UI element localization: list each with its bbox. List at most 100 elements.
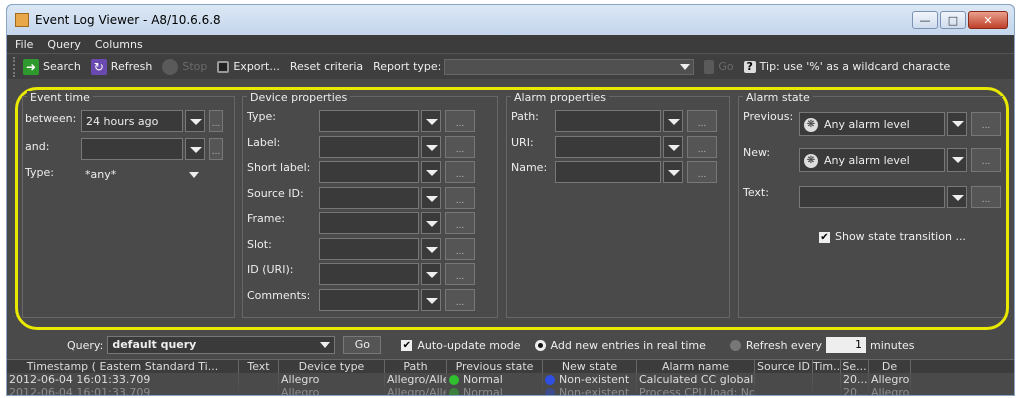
- report-type-select[interactable]: [444, 58, 695, 75]
- device-type-dropdown[interactable]: [421, 110, 441, 132]
- reset-criteria-button[interactable]: Reset criteria: [290, 60, 363, 73]
- show-transition-checkbox[interactable]: ✔ Show state transition ...: [819, 230, 966, 243]
- alarm-uri-dropdown[interactable]: [663, 135, 683, 158]
- menu-query[interactable]: Query: [47, 38, 80, 51]
- new-ellipsis-button[interactable]: ...: [971, 148, 1001, 172]
- column-header[interactable]: Se...: [841, 360, 869, 373]
- help-icon: ?: [743, 60, 756, 73]
- alarm-state-title: Alarm state: [743, 91, 813, 104]
- table-row[interactable]: 2012-06-04 16:01:33.709 Allegro Allegro/Al…: [7, 373, 1014, 386]
- text-ellipsis-button[interactable]: ...: [971, 186, 1001, 208]
- device-source-id-field[interactable]: [319, 186, 419, 209]
- device-frame-field[interactable]: [319, 212, 419, 234]
- table-cell: Allegro://1: [871, 373, 911, 386]
- previous-dropdown[interactable]: [947, 112, 967, 136]
- column-header[interactable]: Path: [385, 360, 447, 373]
- device-short-label-ellipsis-button[interactable]: ...: [445, 161, 475, 183]
- device-label-ellipsis-button[interactable]: ...: [445, 135, 475, 158]
- close-button[interactable]: ✕: [968, 11, 1008, 29]
- stop-button[interactable]: Stop: [162, 58, 207, 75]
- minimize-button[interactable]: —: [912, 11, 938, 29]
- alarm-name-label: Name:: [511, 161, 548, 174]
- new-level-select[interactable]: ❋ Any alarm level: [799, 148, 945, 172]
- table-row[interactable]: 2012-06-04 16:01:33.709 Allegro Allegro/Al…: [7, 386, 1014, 395]
- menu-file[interactable]: File: [15, 38, 33, 51]
- device-source-id-ellipsis-button[interactable]: ...: [445, 186, 475, 209]
- alarm-name-dropdown[interactable]: [663, 161, 683, 183]
- column-header[interactable]: Timestamp ( Eastern Standard Ti...: [7, 360, 239, 373]
- device-slot-ellipsis-button[interactable]: ...: [445, 237, 475, 260]
- alarm-name-ellipsis-button[interactable]: ...: [687, 161, 717, 183]
- text-dropdown[interactable]: [947, 186, 967, 208]
- device-label-dropdown[interactable]: [421, 135, 441, 158]
- device-short-label-field[interactable]: [319, 161, 419, 183]
- auto-update-checkbox[interactable]: ✔ Auto-update mode: [401, 339, 521, 352]
- and-ellipsis-button[interactable]: ...: [209, 138, 223, 160]
- alarm-path-field[interactable]: [555, 110, 661, 132]
- query-go-button[interactable]: Go: [343, 336, 382, 354]
- device-comments-ellipsis-button[interactable]: ...: [445, 288, 475, 311]
- report-icon: [704, 59, 715, 74]
- alarm-uri-label: URI:: [511, 135, 534, 149]
- column-header[interactable]: Alarm name: [637, 360, 755, 373]
- device-type-ellipsis-button[interactable]: ...: [445, 110, 475, 132]
- and-dropdown[interactable]: [185, 138, 205, 160]
- refresh-interval-spinner[interactable]: 1: [826, 337, 867, 353]
- table-cell: 20...: [841, 386, 869, 395]
- alarm-uri-ellipsis-button[interactable]: ...: [687, 135, 717, 158]
- column-header[interactable]: Text: [239, 360, 279, 373]
- alarm-uri-field[interactable]: [555, 135, 661, 158]
- add-new-radio[interactable]: Add new entries in real time: [534, 339, 706, 352]
- report-go-button[interactable]: Go: [704, 59, 734, 74]
- table-cell: 2012-06-04 16:01:33.709: [7, 386, 239, 395]
- device-short-label-dropdown[interactable]: [421, 161, 441, 183]
- refresh-every-radio[interactable]: Refresh every: [729, 339, 822, 352]
- alarm-path-ellipsis-button[interactable]: ...: [687, 110, 717, 132]
- column-header[interactable]: Tim...: [813, 360, 841, 373]
- alarm-properties-title: Alarm properties: [511, 91, 609, 104]
- column-header[interactable]: Previous state: [447, 360, 543, 373]
- device-slot-field[interactable]: [319, 237, 419, 260]
- between-ellipsis-button[interactable]: ...: [209, 110, 223, 132]
- and-field[interactable]: [81, 138, 183, 160]
- type-select[interactable]: *any*: [81, 164, 203, 186]
- between-dropdown[interactable]: [185, 110, 205, 132]
- column-header[interactable]: Source ID: [755, 360, 813, 373]
- device-id-uri-ellipsis-button[interactable]: ...: [445, 263, 475, 285]
- refresh-button[interactable]: ↻ Refresh: [90, 58, 153, 75]
- device-id-uri-label: ID (URI):: [247, 263, 294, 276]
- menu-columns[interactable]: Columns: [95, 38, 143, 51]
- column-header[interactable]: New state: [543, 360, 637, 373]
- column-header[interactable]: Device type: [279, 360, 385, 373]
- device-frame-ellipsis-button[interactable]: ...: [445, 212, 475, 234]
- previous-level-select[interactable]: ❋ Any alarm level: [799, 112, 945, 136]
- export-button[interactable]: Export...: [217, 60, 280, 73]
- tip: ? Tip: use '%' as a wildcard characte: [743, 60, 950, 73]
- alarm-name-field[interactable]: [555, 161, 661, 183]
- new-dropdown[interactable]: [947, 148, 967, 172]
- column-header[interactable]: De: [869, 360, 911, 373]
- device-frame-dropdown[interactable]: [421, 212, 441, 234]
- search-button[interactable]: ➜ Search: [23, 58, 81, 75]
- maximize-button[interactable]: □: [940, 11, 966, 29]
- device-id-uri-field[interactable]: [319, 263, 419, 285]
- save-icon: [217, 60, 230, 73]
- refresh-label: Refresh: [110, 60, 153, 73]
- device-id-uri-dropdown[interactable]: [421, 263, 441, 285]
- query-select[interactable]: default query: [107, 336, 336, 354]
- between-field[interactable]: 24 hours ago: [81, 110, 183, 132]
- text-field[interactable]: [799, 186, 945, 208]
- table-cell: Allegro://1: [869, 386, 911, 395]
- device-source-id-dropdown[interactable]: [421, 186, 441, 209]
- device-label-field[interactable]: [319, 135, 419, 158]
- alarm-path-dropdown[interactable]: [663, 110, 683, 132]
- previous-ellipsis-button[interactable]: ...: [971, 112, 1001, 136]
- device-slot-dropdown[interactable]: [421, 237, 441, 260]
- alarm-path-label: Path:: [511, 110, 539, 123]
- device-comments-dropdown[interactable]: [421, 288, 441, 311]
- stop-icon: [162, 58, 179, 75]
- table-cell: 2012-06-04 16:01:33.709: [7, 373, 239, 386]
- device-comments-field[interactable]: [319, 288, 419, 311]
- device-type-field[interactable]: [319, 110, 419, 132]
- between-label: between:: [25, 112, 77, 125]
